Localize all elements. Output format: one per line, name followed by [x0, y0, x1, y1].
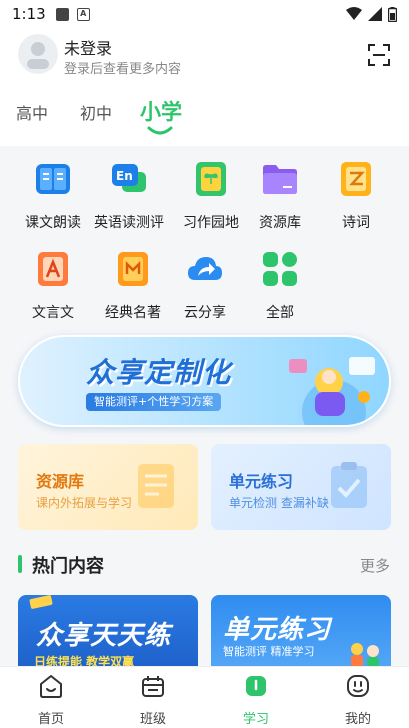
grid-item-label: 云分享	[184, 305, 226, 321]
grid-item-classical-chinese[interactable]: 文言文	[13, 250, 93, 322]
active-tab-indicator	[147, 126, 173, 135]
card-subtitle: 课内外拓展与学习	[36, 496, 133, 510]
grid-item-label: 资源库	[259, 215, 301, 231]
cloud-share-icon	[188, 257, 222, 280]
nav-label: 班级	[139, 712, 166, 727]
grid-item-label: 课文朗读	[25, 215, 81, 231]
tab-primary-school[interactable]: 小学	[140, 96, 182, 126]
writing-icon	[196, 162, 226, 196]
status-bar: 1:13 A	[0, 0, 409, 28]
grid-item-label: 习作园地	[183, 215, 239, 231]
grid-item-label: 文言文	[32, 305, 74, 321]
tab-middle-school[interactable]: 初中	[80, 100, 112, 124]
kids-illustration	[351, 643, 379, 667]
nav-study[interactable]: 学习	[226, 673, 286, 727]
hot-item-title: 众享天天练	[36, 621, 172, 651]
avatar[interactable]	[18, 34, 58, 74]
login-subtitle: 登录后查看更多内容	[64, 62, 182, 77]
class-icon	[142, 676, 164, 697]
section-title: 热门内容	[32, 556, 104, 577]
resource-library-card[interactable]: 资源库 课内外拓展与学习	[18, 444, 198, 530]
signal-icon	[368, 7, 382, 21]
hot-item-subtitle: 智能测评 精准学习	[223, 645, 315, 658]
more-link[interactable]: 更多	[360, 555, 390, 576]
english-eval-icon: En	[112, 164, 146, 192]
pencil-decoration-icon	[29, 595, 53, 609]
grade-tabs: 高中 初中 小学	[0, 98, 409, 146]
banner-illustration	[289, 357, 375, 425]
battery-icon	[388, 6, 397, 22]
banner-subtitle: 智能测评+个性学习方案	[86, 393, 222, 411]
avatar-placeholder-icon	[27, 42, 49, 69]
profile-icon	[347, 675, 369, 697]
grid-item-all[interactable]: 全部	[240, 250, 320, 322]
folder-icon	[263, 165, 297, 194]
tab-high-school[interactable]: 高中	[16, 100, 48, 124]
card-title: 单元练习	[229, 472, 294, 491]
svg-text:En: En	[116, 169, 133, 183]
home-icon	[40, 675, 62, 698]
grid-item-resources[interactable]: 资源库	[240, 160, 320, 232]
keyboard-icon: A	[76, 7, 90, 21]
hot-item-daily-practice[interactable]: 众享天天练 日练提能 教学双赢	[18, 595, 198, 675]
classics-icon	[118, 252, 148, 286]
hot-item-unit-practice[interactable]: 单元练习 智能测评 精准学习	[211, 595, 391, 675]
scan-icon[interactable]	[366, 42, 392, 68]
grid-item-label: 经典名著	[105, 305, 161, 321]
banner-title: 众享定制化	[86, 356, 232, 389]
book-read-icon	[36, 164, 70, 194]
unit-practice-card[interactable]: 单元练习 单元检测 查漏补缺	[211, 444, 391, 530]
nav-label: 首页	[37, 712, 64, 727]
wifi-icon	[346, 7, 362, 20]
bottom-nav: 首页 班级 学习 我的	[0, 666, 409, 728]
nav-label: 学习	[242, 712, 269, 727]
nav-home[interactable]: 首页	[21, 673, 81, 727]
grid-item-poetry[interactable]: 诗词	[316, 160, 396, 232]
poetry-icon	[341, 162, 371, 196]
grid-item-text-reading[interactable]: 课文朗读	[13, 160, 93, 232]
study-icon	[246, 676, 266, 696]
card-subtitle: 单元检测 查漏补缺	[229, 496, 329, 510]
document-icon	[138, 464, 174, 508]
grid-item-writing[interactable]: 习作园地	[171, 160, 251, 232]
nav-class[interactable]: 班级	[123, 673, 183, 727]
grid-item-label: 全部	[266, 305, 294, 321]
section-accent-bar	[18, 555, 22, 573]
grid-item-cloud-share[interactable]: 云分享	[165, 250, 245, 322]
grid-item-english-eval[interactable]: En 英语读测评	[89, 160, 169, 232]
nav-label: 我的	[344, 712, 371, 727]
promo-banner[interactable]: 众享定制化 智能测评+个性学习方案	[18, 335, 391, 427]
hot-item-title: 单元练习	[223, 615, 332, 645]
grid-item-classics[interactable]: 经典名著	[93, 250, 173, 322]
nav-profile[interactable]: 我的	[328, 673, 388, 727]
classical-chinese-icon	[38, 252, 68, 286]
status-time: 1:13	[12, 5, 46, 23]
all-apps-icon	[263, 252, 297, 286]
login-title[interactable]: 未登录	[64, 35, 112, 59]
clipboard-icon	[331, 462, 367, 508]
notification-icon	[55, 7, 69, 21]
grid-item-label: 诗词	[342, 215, 370, 231]
card-title: 资源库	[36, 472, 85, 491]
header: 未登录 登录后查看更多内容 高中 初中 小学	[0, 28, 409, 146]
grid-item-label: 英语读测评	[94, 215, 164, 231]
